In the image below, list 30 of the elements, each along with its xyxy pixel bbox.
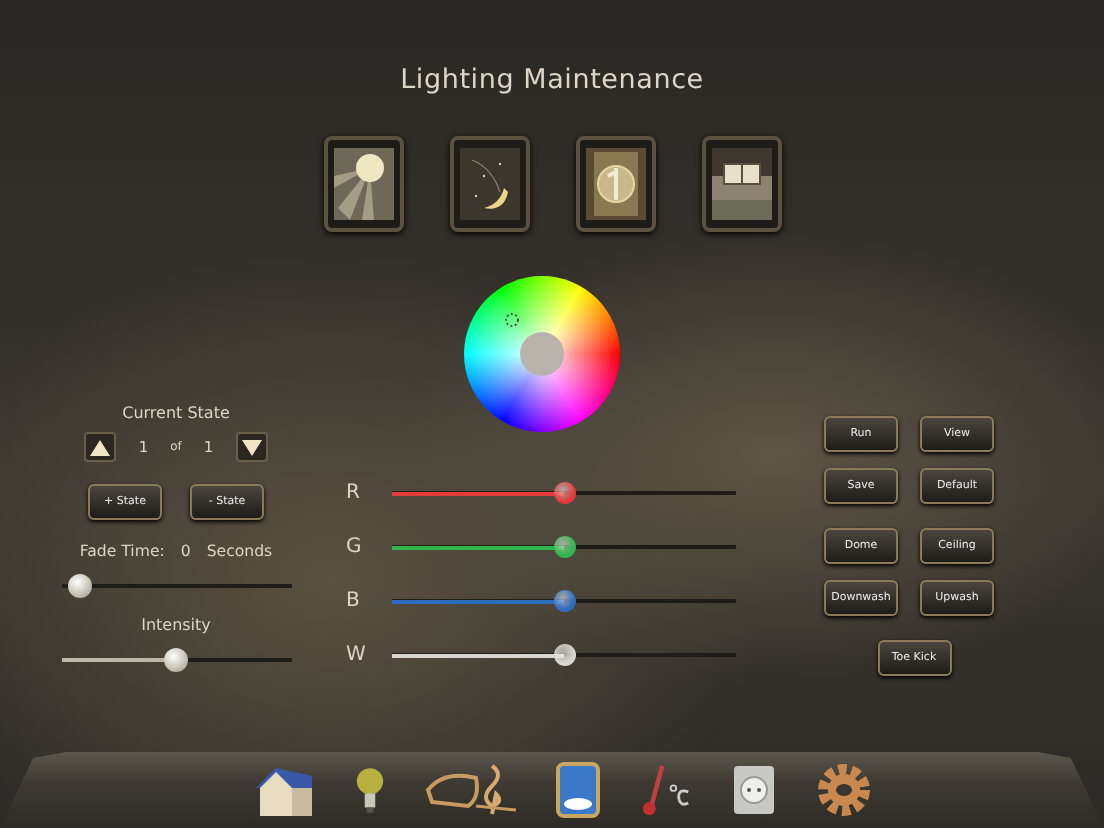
intensity-label: Intensity bbox=[141, 616, 211, 634]
slider-thumb[interactable] bbox=[553, 644, 575, 666]
channel-label: B bbox=[346, 590, 362, 612]
sun-scene-button[interactable] bbox=[323, 136, 403, 232]
channel-label: W bbox=[346, 644, 368, 666]
slider-thumb[interactable] bbox=[164, 648, 188, 672]
house-icon[interactable] bbox=[252, 764, 316, 816]
current-state-label: Current State bbox=[122, 404, 230, 422]
moon-scene-button[interactable] bbox=[449, 136, 529, 232]
color-preview-circle bbox=[520, 332, 564, 376]
settings-icon[interactable] bbox=[816, 762, 872, 818]
page-title: Lighting Maintenance bbox=[400, 64, 704, 96]
channel-label: G bbox=[346, 536, 364, 558]
slider-thumb[interactable] bbox=[67, 574, 92, 598]
slider-thumb[interactable] bbox=[553, 482, 575, 504]
color-picker-marker-icon bbox=[504, 312, 520, 328]
slider-thumb[interactable] bbox=[553, 590, 575, 612]
room-scene-button[interactable] bbox=[701, 136, 781, 232]
window-icon[interactable] bbox=[556, 762, 600, 818]
music-icon[interactable] bbox=[424, 762, 516, 818]
film-scene-button[interactable] bbox=[575, 136, 655, 232]
channel-label: R bbox=[346, 482, 362, 504]
slider-thumb[interactable] bbox=[553, 536, 575, 558]
light-bulb-icon[interactable] bbox=[356, 764, 384, 816]
up-arrow-icon bbox=[90, 439, 111, 455]
down-arrow-icon bbox=[241, 439, 262, 455]
previous-state-button[interactable] bbox=[84, 432, 117, 462]
power-outlet-icon[interactable] bbox=[732, 764, 776, 816]
thermometer-icon[interactable] bbox=[640, 760, 692, 820]
next-state-button[interactable] bbox=[235, 432, 268, 462]
